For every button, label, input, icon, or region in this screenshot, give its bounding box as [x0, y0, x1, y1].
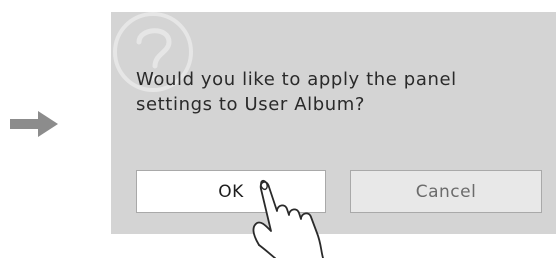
arrow-right-icon [10, 111, 58, 137]
pointing-hand-icon [252, 179, 324, 258]
dialog-message-line-2: settings to User Album? [136, 94, 366, 115]
cancel-button[interactable]: Cancel [350, 170, 542, 213]
dialog-message-line-1: Would you like to apply the panel [136, 69, 457, 90]
dialog-message: Would you like to apply the panel settin… [136, 67, 536, 117]
